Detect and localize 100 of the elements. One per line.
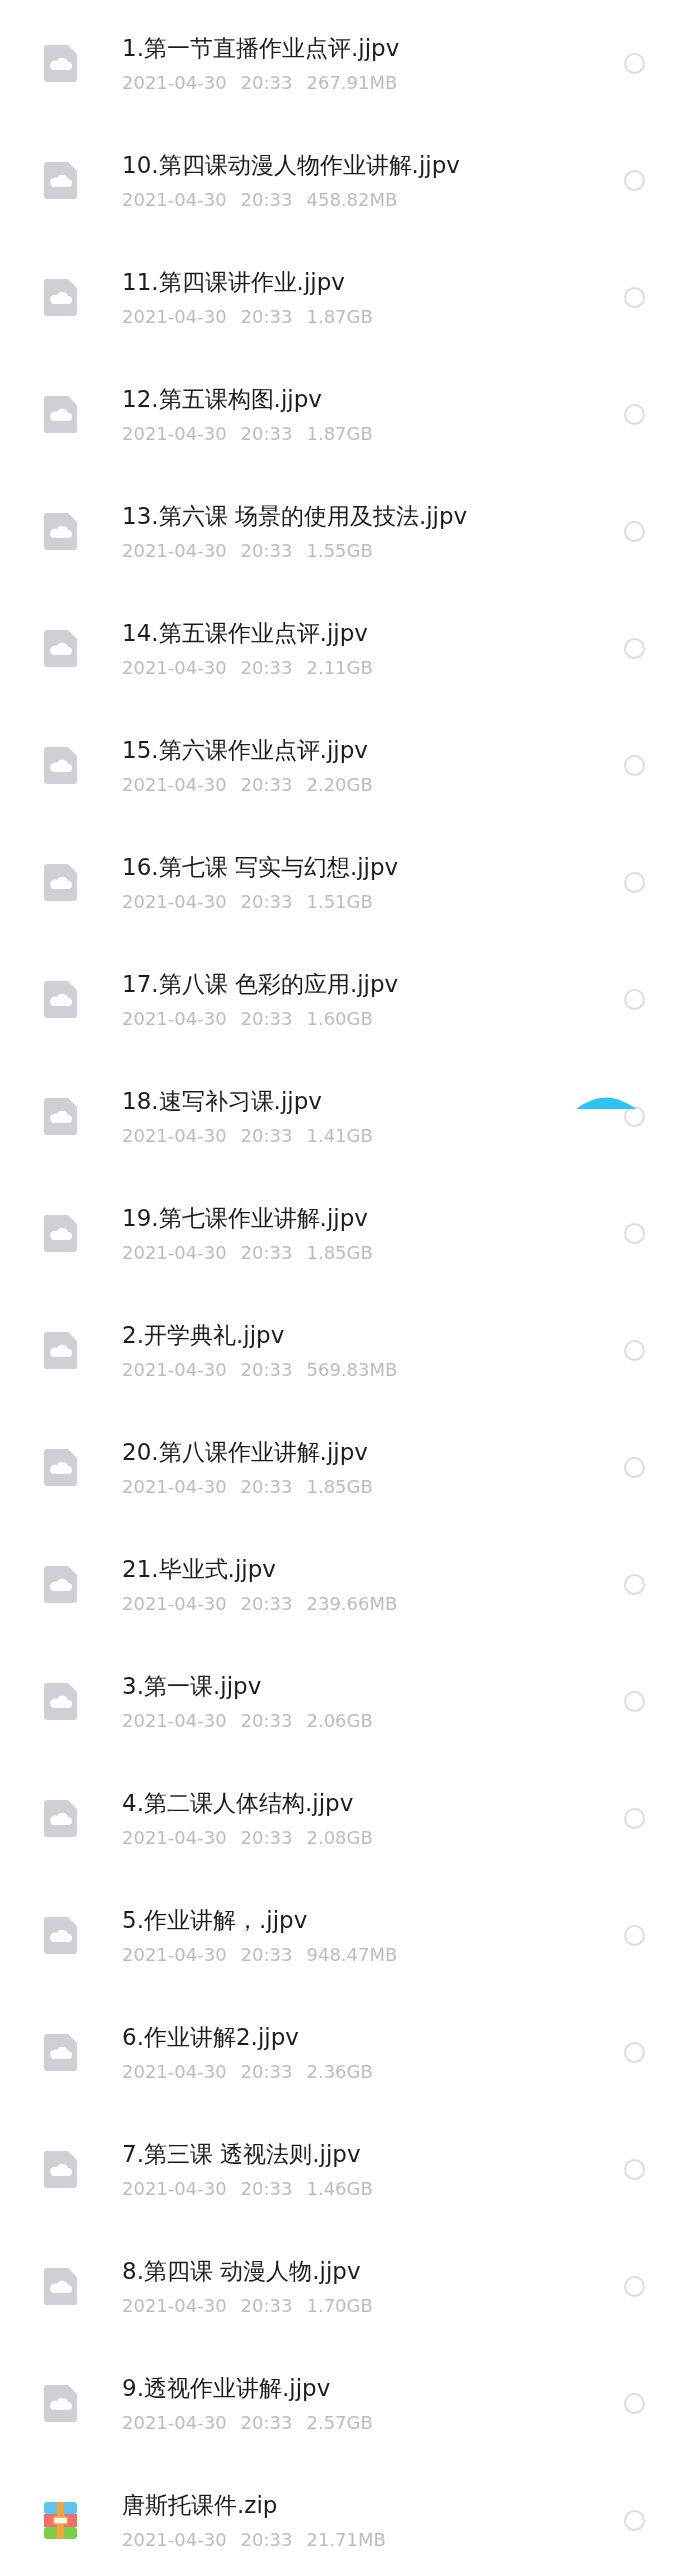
select-radio[interactable] (624, 2159, 645, 2180)
select-radio[interactable] (624, 872, 645, 893)
file-time: 20:33 (240, 1475, 293, 1498)
cloud-file-icon (44, 1566, 77, 1603)
file-time: 20:33 (240, 2411, 293, 2434)
cloud-file-icon (44, 1215, 77, 1252)
file-time: 20:33 (240, 2177, 293, 2200)
file-name: 3.第一课.jjpv (122, 1671, 262, 1700)
cloud-file-icon (44, 2034, 77, 2071)
file-name: 唐斯托课件.zip (122, 2490, 278, 2519)
file-name: 9.透视作业讲解.jjpv (122, 2373, 331, 2402)
file-time: 20:33 (240, 305, 293, 328)
file-date: 2021-04-30 (122, 1124, 227, 1147)
file-size: 2.20GB (306, 773, 373, 796)
select-radio[interactable] (624, 1691, 645, 1712)
cloud-file-icon (44, 2151, 77, 2188)
cloud-file-icon (44, 45, 77, 82)
file-name: 15.第六课作业点评.jjpv (122, 735, 368, 764)
select-radio[interactable] (624, 2276, 645, 2297)
file-date: 2021-04-30 (122, 1943, 227, 1966)
file-time: 20:33 (240, 1943, 293, 1966)
file-date: 2021-04-30 (122, 1592, 227, 1615)
cloud-file-icon (44, 1449, 77, 1486)
file-name: 18.速写补习课.jjpv (122, 1086, 322, 1115)
file-size: 1.87GB (306, 422, 373, 445)
select-radio[interactable] (624, 2042, 645, 2063)
file-time: 20:33 (240, 1007, 293, 1030)
select-radio[interactable] (624, 1223, 645, 1244)
file-name: 1.第一节直播作业点评.jjpv (122, 33, 400, 62)
cloud-file-icon (44, 630, 77, 667)
file-time: 20:33 (240, 1592, 293, 1615)
select-radio[interactable] (624, 2510, 645, 2531)
file-size: 1.60GB (306, 1007, 373, 1030)
select-radio[interactable] (624, 638, 645, 659)
file-date: 2021-04-30 (122, 1709, 227, 1732)
cloud-file-icon (44, 1800, 77, 1837)
file-size: 2.08GB (306, 1826, 373, 1849)
file-name: 21.毕业式.jjpv (122, 1554, 276, 1583)
select-radio[interactable] (624, 404, 645, 425)
cloud-file-icon (44, 1098, 77, 1135)
file-time: 20:33 (240, 188, 293, 211)
file-name: 11.第四课讲作业.jjpv (122, 267, 345, 296)
cloud-file-icon (44, 2268, 77, 2305)
file-date: 2021-04-30 (122, 422, 227, 445)
file-size: 2.06GB (306, 1709, 373, 1732)
select-radio[interactable] (624, 170, 645, 191)
select-radio[interactable] (624, 1808, 645, 1829)
file-time: 20:33 (240, 1826, 293, 1849)
select-radio[interactable] (624, 2393, 645, 2414)
file-date: 2021-04-30 (122, 71, 227, 94)
file-time: 20:33 (240, 2528, 293, 2551)
file-size: 1.85GB (306, 1241, 373, 1264)
file-name: 19.第七课作业讲解.jjpv (122, 1203, 368, 1232)
file-time: 20:33 (240, 890, 293, 913)
file-time: 20:33 (240, 1358, 293, 1381)
file-name: 14.第五课作业点评.jjpv (122, 618, 368, 647)
file-name: 2.开学典礼.jjpv (122, 1320, 285, 1349)
file-size: 1.55GB (306, 539, 373, 562)
cloud-file-icon (44, 396, 77, 433)
file-size: 267.91MB (306, 71, 398, 94)
cloud-file-icon (44, 513, 77, 550)
file-date: 2021-04-30 (122, 2294, 227, 2317)
file-size: 1.41GB (306, 1124, 373, 1147)
cloud-file-icon (44, 162, 77, 199)
file-size: 569.83MB (306, 1358, 398, 1381)
file-size: 239.66MB (306, 1592, 398, 1615)
file-date: 2021-04-30 (122, 1358, 227, 1381)
select-radio[interactable] (624, 989, 645, 1010)
file-name: 16.第七课 写实与幻想.jjpv (122, 852, 399, 881)
file-name: 10.第四课动漫人物作业讲解.jjpv (122, 150, 460, 179)
select-radio[interactable] (624, 1457, 645, 1478)
file-size: 1.70GB (306, 2294, 373, 2317)
select-radio[interactable] (624, 53, 645, 74)
file-date: 2021-04-30 (122, 539, 227, 562)
select-radio[interactable] (624, 1340, 645, 1361)
select-radio[interactable] (624, 287, 645, 308)
file-size: 1.87GB (306, 305, 373, 328)
select-radio[interactable] (624, 1574, 645, 1595)
archive-icon (44, 2502, 77, 2539)
file-date: 2021-04-30 (122, 1007, 227, 1030)
select-radio[interactable] (624, 755, 645, 776)
select-radio[interactable] (624, 1925, 645, 1946)
file-date: 2021-04-30 (122, 890, 227, 913)
file-time: 20:33 (240, 773, 293, 796)
file-date: 2021-04-30 (122, 2411, 227, 2434)
select-radio[interactable] (624, 521, 645, 542)
file-time: 20:33 (240, 71, 293, 94)
cloud-file-icon (44, 747, 77, 784)
cloud-file-icon (44, 279, 77, 316)
file-name: 7.第三课 透视法则.jjpv (122, 2139, 361, 2168)
file-date: 2021-04-30 (122, 305, 227, 328)
file-name: 4.第二课人体结构.jjpv (122, 1788, 354, 1817)
file-name: 5.作业讲解，.jjpv (122, 1905, 308, 1934)
file-date: 2021-04-30 (122, 656, 227, 679)
file-time: 20:33 (240, 2294, 293, 2317)
file-date: 2021-04-30 (122, 2060, 227, 2083)
file-date: 2021-04-30 (122, 1241, 227, 1264)
cloud-file-icon (44, 1917, 77, 1954)
cloud-file-icon (44, 2385, 77, 2422)
file-date: 2021-04-30 (122, 2528, 227, 2551)
